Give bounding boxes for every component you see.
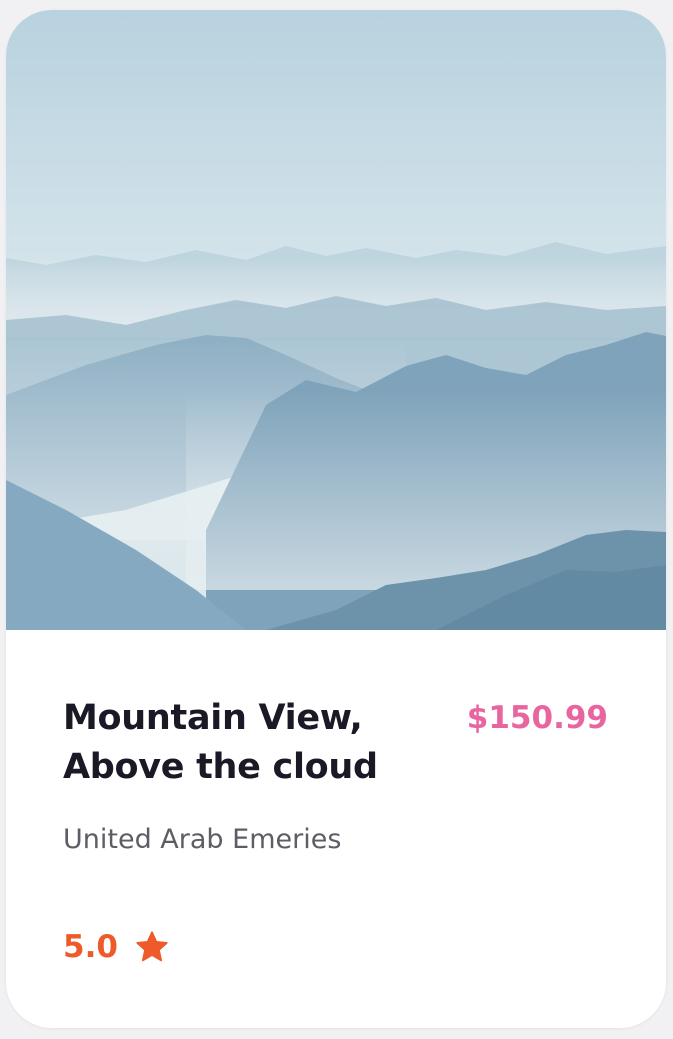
listing-location: United Arab Emeries [63, 824, 342, 855]
listing-rating: 5.0 [63, 927, 170, 967]
star-icon [136, 931, 168, 962]
listing-title: Mountain View, Above the cloud [63, 694, 423, 792]
rating-value: 5.0 [63, 929, 118, 965]
listing-price: $150.99 [466, 700, 608, 736]
listing-photo [6, 10, 666, 630]
listing-title-line-1: Mountain View, [63, 698, 363, 738]
listing-card[interactable]: Mountain View, Above the cloud $150.99 U… [6, 10, 666, 1028]
listing-title-line-2: Above the cloud [63, 747, 378, 787]
